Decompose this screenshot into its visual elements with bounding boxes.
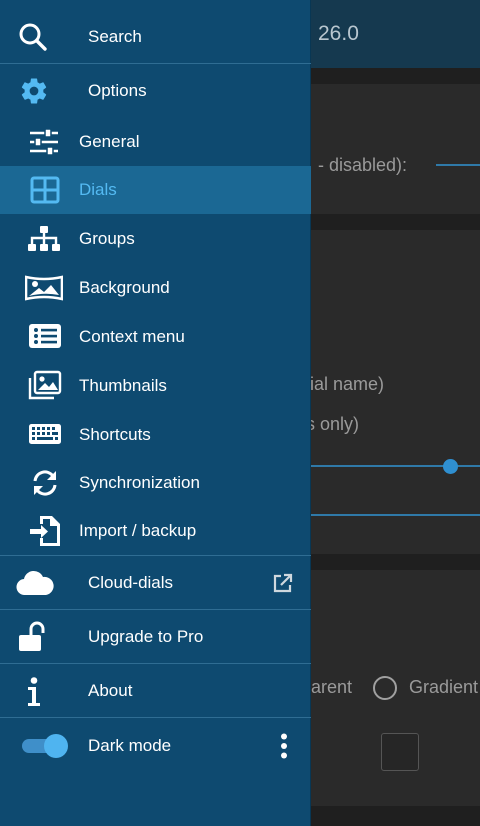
gradient-radio[interactable] (373, 676, 397, 700)
about-label: About (88, 681, 133, 700)
dark-mode-label: Dark mode (88, 736, 172, 755)
drawer-item-label: Dials (79, 180, 117, 199)
upgrade-label: Upgrade to Pro (88, 627, 204, 646)
images-icon (28, 370, 62, 400)
drawer-options[interactable]: Options (0, 64, 311, 118)
gradient-option-label: Gradient (409, 677, 479, 697)
drawer-item-background[interactable]: Background (0, 263, 311, 312)
list-icon (28, 322, 62, 350)
drawer-item-label: Synchronization (79, 473, 200, 492)
gear-icon (18, 75, 50, 107)
dark-mode-toggle[interactable] (20, 732, 70, 760)
drawer-search[interactable]: Search (0, 10, 311, 64)
search-label: Search (88, 27, 142, 46)
drawer-item-context-menu[interactable]: Context menu (0, 312, 311, 361)
drawer-upgrade-pro[interactable]: Upgrade to Pro (0, 610, 311, 664)
file-import-icon (29, 514, 61, 548)
more-vert-icon[interactable] (276, 732, 292, 760)
drawer-item-import-backup[interactable]: Import / backup (0, 507, 311, 555)
sliders-icon (28, 127, 60, 157)
only-label: s only) (306, 414, 360, 434)
color-swatch[interactable] (381, 733, 419, 771)
dial-name-label: dial name) (300, 374, 385, 394)
panorama-icon (25, 274, 63, 302)
drawer-item-label: Thumbnails (79, 375, 167, 395)
disabled-label: - disabled): (318, 155, 408, 175)
unlock-icon (16, 620, 50, 654)
drawer-item-label: Groups (79, 228, 135, 248)
drawer-item-shortcuts[interactable]: Shortcuts (0, 410, 311, 459)
external-link-icon[interactable] (271, 572, 293, 594)
drawer-item-label: Context menu (79, 326, 185, 346)
drawer-item-dials[interactable]: Dials (0, 166, 311, 214)
drawer-item-synchronization[interactable]: Synchronization (0, 459, 311, 507)
drawer-dark-mode[interactable]: Dark mode (0, 718, 311, 774)
drawer-item-groups[interactable]: Groups (0, 214, 311, 263)
sync-icon (30, 468, 60, 498)
drawer-item-label: General (79, 132, 140, 151)
cloud-icon (15, 568, 55, 598)
drawer-cloud-dials[interactable]: Cloud-dials (0, 556, 311, 610)
search-icon (16, 20, 50, 54)
transparent-option-label: arent (311, 677, 353, 697)
drawer-item-label: Background (79, 277, 170, 297)
info-icon (22, 676, 46, 708)
options-label: Options (88, 81, 147, 100)
drawer-item-label: Import / backup (79, 521, 197, 540)
slider-thumb[interactable] (443, 459, 458, 474)
drawer-item-thumbnails[interactable]: Thumbnails (0, 361, 311, 410)
keyboard-icon (28, 422, 62, 446)
slider-track[interactable] (311, 514, 480, 516)
slider-track[interactable] (436, 164, 480, 166)
grid-icon (29, 175, 61, 205)
drawer-about[interactable]: About (0, 664, 311, 718)
version-label: 26.0 (318, 22, 359, 45)
sitemap-icon (26, 224, 62, 254)
drawer-item-label: Shortcuts (79, 424, 151, 444)
drawer-item-general[interactable]: General (0, 118, 311, 166)
cloud-dials-label: Cloud-dials (88, 573, 174, 592)
navigation-drawer: Search Options General Dials Groups Back… (0, 0, 311, 826)
